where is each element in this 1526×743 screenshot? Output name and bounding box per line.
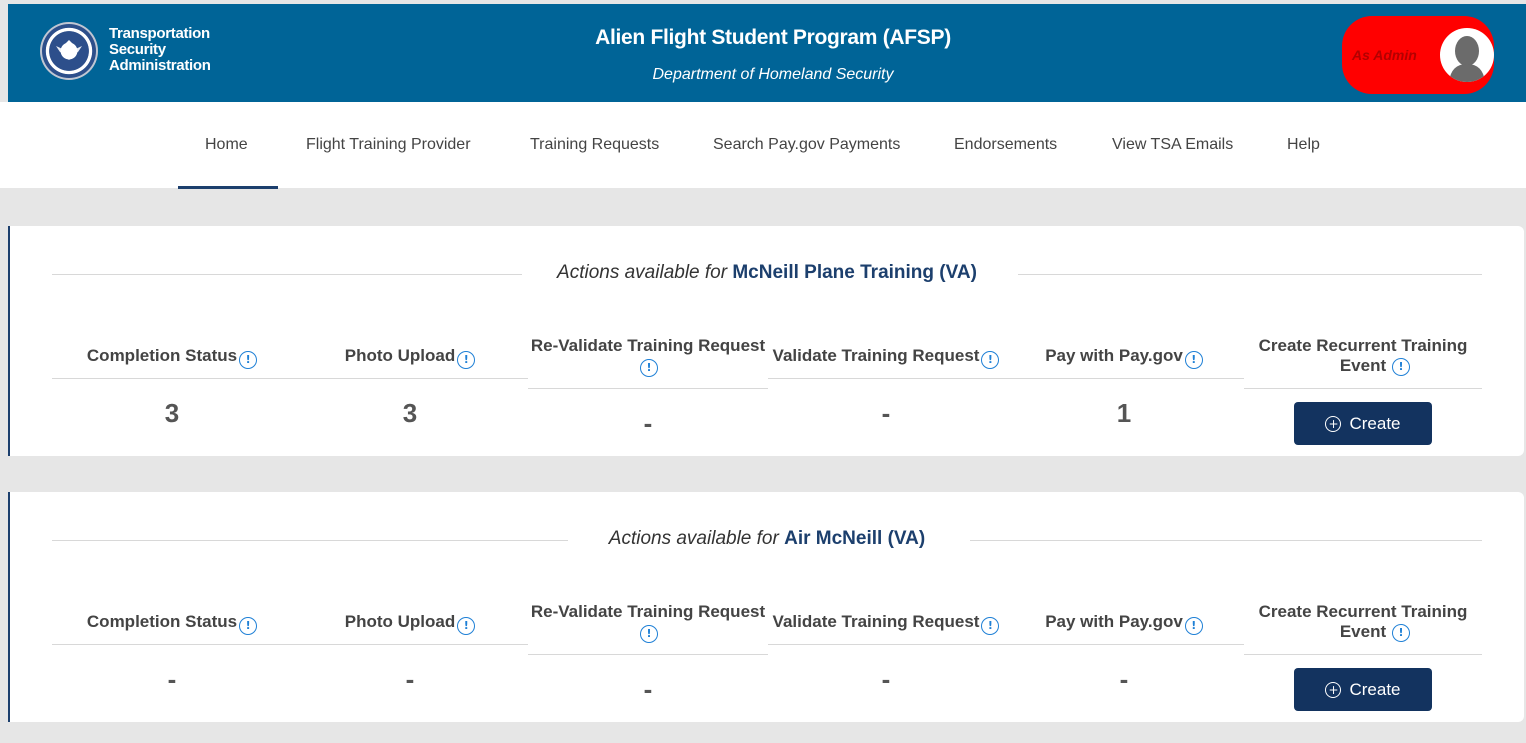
photo-upload-header: Photo Upload!: [292, 612, 528, 635]
pay-with-paygov-header: Pay with Pay.gov!: [1004, 346, 1244, 369]
divider: [1004, 644, 1244, 645]
validate-request-header: Validate Training Request!: [768, 612, 1004, 635]
info-circle-icon[interactable]: !: [1184, 617, 1203, 635]
validate-request-header: Validate Training Request!: [768, 346, 1004, 369]
info-circle-icon[interactable]: !: [1392, 624, 1410, 642]
validate-request-value: -: [881, 664, 891, 694]
nav-view-tsa-emails[interactable]: View TSA Emails: [1112, 136, 1233, 154]
nav-endorsements[interactable]: Endorsements: [954, 136, 1057, 154]
tsa-line-1: Transportation: [109, 25, 210, 42]
column-title: Pay with Pay.gov: [1045, 346, 1183, 365]
divider: [52, 644, 292, 645]
tsa-line-2: Security: [109, 41, 166, 58]
active-tab-indicator: [178, 186, 278, 189]
column-title: Create Recurrent Training Event: [1258, 602, 1468, 641]
info-circle-icon[interactable]: !: [640, 625, 658, 643]
divider: [768, 644, 1004, 645]
column-title: Re-Validate Training Request: [530, 602, 766, 621]
create-button-label: Create: [1349, 414, 1401, 433]
provider-name[interactable]: McNeill Plane Training (VA): [732, 262, 977, 283]
column-title: Validate Training Request: [772, 346, 980, 365]
nav-training-requests[interactable]: Training Requests: [530, 136, 659, 154]
plus-circle-icon: +: [1325, 416, 1342, 432]
divider: [528, 388, 768, 389]
create-recurrent-event-button[interactable]: + Create: [1294, 402, 1432, 445]
divider: [768, 378, 1004, 379]
revalidate-request-header: Re-Validate Training Request!: [528, 602, 768, 643]
pay-with-paygov-value[interactable]: 1: [1004, 398, 1244, 429]
user-role-label: As Admin: [1352, 47, 1417, 63]
photo-upload-value: -: [405, 664, 415, 694]
create-recurrent-header: Create Recurrent Training Event !: [1244, 336, 1482, 376]
info-circle-icon[interactable]: !: [1392, 358, 1410, 376]
completion-status-header: Completion Status!: [52, 612, 292, 635]
card-title-prefix: Actions available for: [557, 262, 728, 283]
revalidate-request-value: -: [643, 408, 653, 438]
column-title: Validate Training Request: [772, 612, 980, 631]
column-title: Re-Validate Training Request: [530, 336, 766, 355]
completion-status-header: Completion Status!: [52, 346, 292, 369]
card-title: Actions available for Air McNeill (VA): [10, 528, 1524, 550]
info-circle-icon[interactable]: !: [981, 351, 1000, 369]
main-nav: Home Flight Training Provider Training R…: [0, 102, 1526, 189]
divider: [1244, 654, 1482, 655]
photo-upload-header: Photo Upload!: [292, 346, 528, 369]
completion-status-value: -: [167, 664, 177, 694]
completion-status-value[interactable]: 3: [52, 398, 292, 429]
revalidate-request-value: -: [643, 674, 653, 704]
dhs-seal-logo: [40, 22, 98, 80]
info-circle-icon[interactable]: !: [640, 359, 658, 377]
create-button-label: Create: [1349, 680, 1401, 699]
plus-circle-icon: +: [1325, 682, 1342, 698]
pay-with-paygov-header: Pay with Pay.gov!: [1004, 612, 1244, 635]
card-heading: Actions available for McNeill Plane Trai…: [10, 262, 1524, 286]
divider: [292, 644, 528, 645]
card-title: Actions available for McNeill Plane Trai…: [10, 262, 1524, 284]
validate-request-value: -: [881, 398, 891, 428]
app-header: Transportation Security Administration A…: [8, 4, 1526, 102]
divider: [1244, 388, 1482, 389]
column-title: Pay with Pay.gov: [1045, 612, 1183, 631]
info-circle-icon[interactable]: !: [239, 351, 258, 369]
info-circle-icon[interactable]: !: [1184, 351, 1203, 369]
avatar[interactable]: [1440, 28, 1494, 82]
card-title-prefix: Actions available for: [608, 528, 779, 549]
provider-card: Actions available for Air McNeill (VA) C…: [8, 492, 1524, 722]
nav-flight-training-provider[interactable]: Flight Training Provider: [306, 136, 471, 154]
column-title: Photo Upload: [344, 346, 456, 365]
user-avatar-icon: [1449, 36, 1485, 82]
info-circle-icon[interactable]: !: [457, 617, 476, 635]
user-menu[interactable]: As Admin: [1342, 16, 1494, 94]
column-title: Completion Status: [86, 612, 238, 631]
column-title: Create Recurrent Training Event: [1258, 336, 1468, 375]
create-recurrent-event-button[interactable]: + Create: [1294, 668, 1432, 711]
column-title: Photo Upload: [344, 612, 456, 631]
photo-upload-value[interactable]: 3: [292, 398, 528, 429]
nav-help[interactable]: Help: [1287, 136, 1320, 154]
provider-card: Actions available for McNeill Plane Trai…: [8, 226, 1524, 456]
info-circle-icon[interactable]: !: [239, 617, 258, 635]
provider-name[interactable]: Air McNeill (VA): [784, 528, 925, 549]
divider: [528, 654, 768, 655]
divider: [1004, 378, 1244, 379]
app-title: Alien Flight Student Program (AFSP): [595, 26, 951, 49]
revalidate-request-header: Re-Validate Training Request!: [528, 336, 768, 377]
create-recurrent-header: Create Recurrent Training Event !: [1244, 602, 1482, 642]
info-circle-icon[interactable]: !: [457, 351, 476, 369]
tsa-line-3: Administration: [109, 57, 211, 74]
app-subtitle: Department of Homeland Security: [652, 66, 894, 83]
nav-home[interactable]: Home: [205, 136, 248, 154]
info-circle-icon[interactable]: !: [981, 617, 1000, 635]
tsa-wordmark: Transportation Security Administration: [109, 26, 239, 74]
column-title: Completion Status: [86, 346, 238, 365]
divider: [52, 378, 292, 379]
nav-search-paygov-payments[interactable]: Search Pay.gov Payments: [713, 136, 900, 154]
divider: [292, 378, 528, 379]
card-heading: Actions available for Air McNeill (VA): [10, 528, 1524, 552]
pay-with-paygov-value: -: [1119, 664, 1129, 694]
